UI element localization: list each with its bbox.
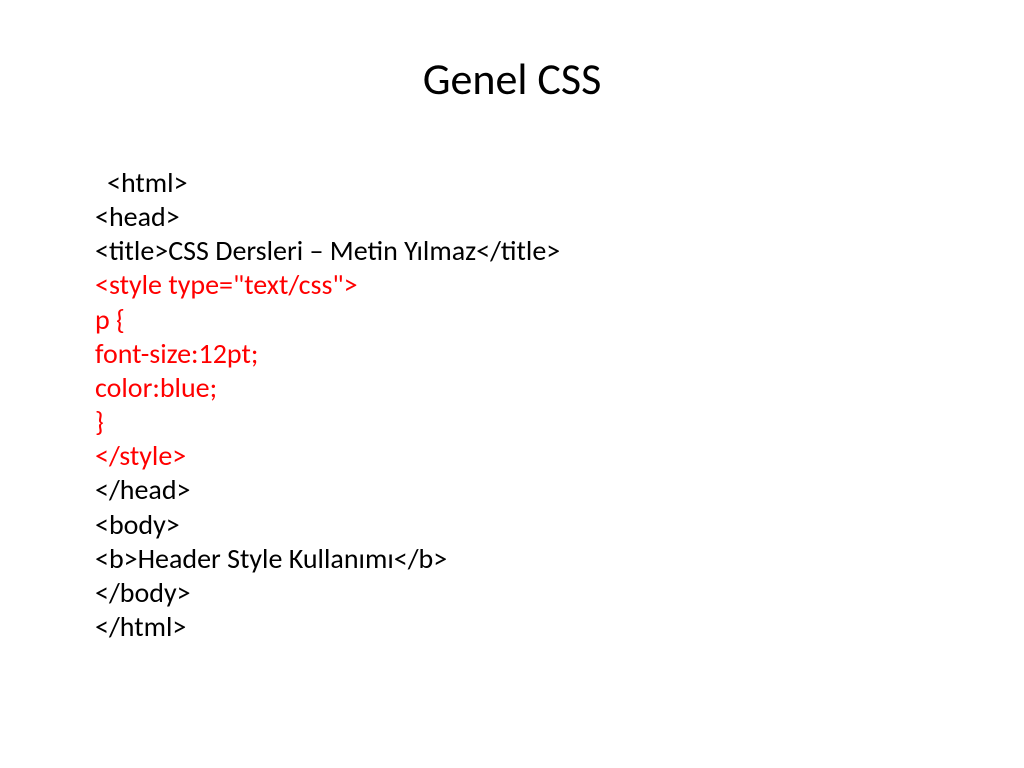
code-block: <html> <head> <title>CSS Dersleri – Meti… xyxy=(0,166,1024,644)
code-line-selector: p { xyxy=(95,303,1024,337)
slide-container: Genel CSS <html> <head> <title>CSS Dersl… xyxy=(0,0,1024,768)
code-line-style-open: <style type="text/css"> xyxy=(95,268,1024,302)
code-line-color: color:blue; xyxy=(95,371,1024,405)
code-line-html-open: <html> xyxy=(95,166,1024,200)
code-line-html-close: </html> xyxy=(95,610,1024,644)
code-line-head-open: <head> xyxy=(95,200,1024,234)
code-line-body-close: </body> xyxy=(95,576,1024,610)
code-line-body-open: <body> xyxy=(95,508,1024,542)
code-line-title: <title>CSS Dersleri – Metin Yılmaz</titl… xyxy=(95,234,1024,268)
code-line-style-close: </style> xyxy=(95,439,1024,473)
code-line-fontsize: font-size:12pt; xyxy=(95,337,1024,371)
code-line-bold: <b>Header Style Kullanımı</b> xyxy=(95,542,1024,576)
code-line-head-close: </head> xyxy=(95,473,1024,507)
code-line-brace-close: } xyxy=(95,405,1024,439)
slide-title: Genel CSS xyxy=(0,52,1024,106)
